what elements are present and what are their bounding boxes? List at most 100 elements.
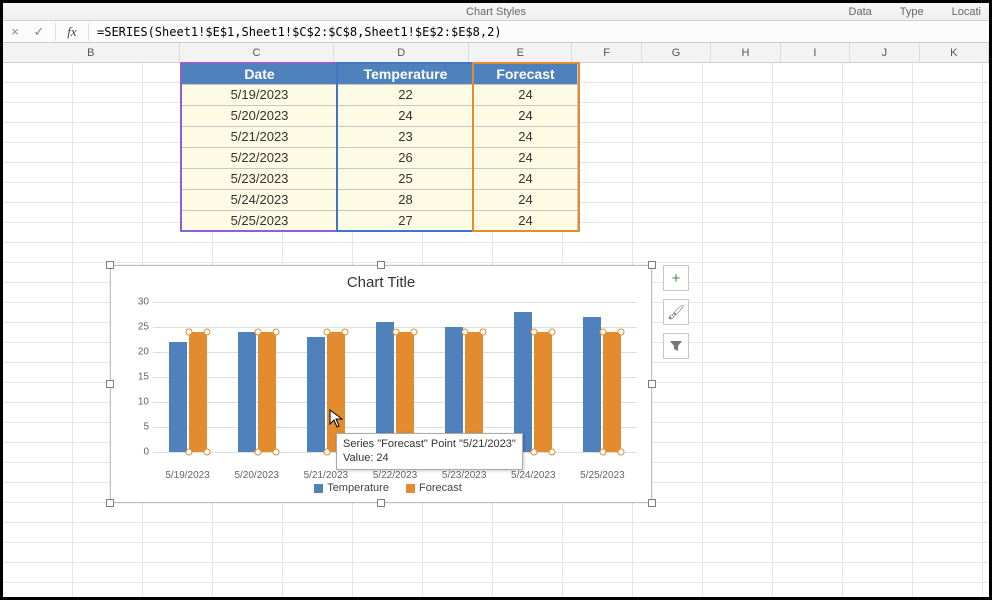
table-cell[interactable]: 5/24/2023 (182, 190, 338, 211)
datapoint-handle[interactable] (618, 329, 625, 336)
table-row[interactable]: 5/19/20232224 (182, 85, 578, 106)
datapoint-handle[interactable] (600, 329, 607, 336)
col-header[interactable]: K (920, 43, 989, 62)
table-cell[interactable]: 27 (338, 211, 474, 232)
datapoint-handle[interactable] (531, 449, 538, 456)
chart-title[interactable]: Chart Title (111, 266, 651, 295)
resize-handle[interactable] (106, 261, 114, 269)
legend-label: Forecast (419, 482, 462, 494)
fx-icon[interactable]: fx (60, 24, 84, 40)
datapoint-handle[interactable] (480, 329, 487, 336)
col-header[interactable]: F (572, 43, 641, 62)
table-cell[interactable]: 5/25/2023 (182, 211, 338, 232)
datapoint-handle[interactable] (600, 449, 607, 456)
datapoint-handle[interactable] (203, 449, 210, 456)
table-cell[interactable]: 5/21/2023 (182, 127, 338, 148)
table-cell[interactable]: 26 (338, 148, 474, 169)
table-cell[interactable]: 24 (474, 190, 578, 211)
datapoint-handle[interactable] (618, 449, 625, 456)
table-row[interactable]: 5/22/20232624 (182, 148, 578, 169)
bar-temperature[interactable] (238, 332, 256, 452)
bar-forecast[interactable] (603, 332, 621, 452)
table-cell[interactable]: 22 (338, 85, 474, 106)
resize-handle[interactable] (106, 499, 114, 507)
table-row[interactable]: 5/25/20232724 (182, 211, 578, 232)
table-header[interactable]: Temperature (338, 64, 474, 85)
ribbon-strip: Chart Styles Data Type Locati (3, 3, 989, 21)
chart-filters-button[interactable] (663, 333, 689, 359)
table-cell[interactable]: 23 (338, 127, 474, 148)
ribbon-item[interactable]: Type (900, 6, 924, 18)
datapoint-handle[interactable] (411, 329, 418, 336)
table-row[interactable]: 5/20/20232424 (182, 106, 578, 127)
col-header[interactable]: J (850, 43, 919, 62)
col-header[interactable]: I (781, 43, 850, 62)
datapoint-handle[interactable] (272, 329, 279, 336)
y-tick-label: 10 (138, 397, 149, 408)
table-row[interactable]: 5/23/20232524 (182, 169, 578, 190)
resize-handle[interactable] (106, 380, 114, 388)
datapoint-handle[interactable] (185, 329, 192, 336)
datapoint-handle[interactable] (254, 449, 261, 456)
resize-handle[interactable] (648, 380, 656, 388)
table-cell[interactable]: 24 (474, 169, 578, 190)
datapoint-handle[interactable] (203, 329, 210, 336)
datapoint-handle[interactable] (185, 449, 192, 456)
formula-cancel-icon[interactable]: × (3, 24, 27, 39)
worksheet-grid[interactable]: B C D E F G H I J K Date Temperature For… (3, 43, 989, 597)
datapoint-handle[interactable] (272, 449, 279, 456)
table-cell[interactable]: 24 (338, 106, 474, 127)
table-cell[interactable]: 24 (474, 106, 578, 127)
table-cell[interactable]: 25 (338, 169, 474, 190)
formula-enter-icon[interactable]: ✓ (27, 24, 51, 40)
bar-temperature[interactable] (583, 317, 601, 452)
table-cell[interactable]: 5/22/2023 (182, 148, 338, 169)
table-cell[interactable]: 24 (474, 211, 578, 232)
resize-handle[interactable] (648, 499, 656, 507)
table-cell[interactable]: 5/19/2023 (182, 85, 338, 106)
datapoint-handle[interactable] (531, 329, 538, 336)
chart-side-buttons: + 🖌 (663, 265, 689, 359)
bar-temperature[interactable] (514, 312, 532, 452)
bar-temperature[interactable] (169, 342, 187, 452)
datapoint-handle[interactable] (393, 329, 400, 336)
datapoint-handle[interactable] (549, 449, 556, 456)
ribbon-item[interactable]: Data (849, 6, 872, 18)
resize-handle[interactable] (648, 261, 656, 269)
table-cell[interactable]: 5/23/2023 (182, 169, 338, 190)
table-cell[interactable]: 24 (474, 85, 578, 106)
data-table[interactable]: Date Temperature Forecast 5/19/202322245… (181, 63, 578, 232)
datapoint-handle[interactable] (462, 329, 469, 336)
table-cell[interactable]: 28 (338, 190, 474, 211)
chart-elements-button[interactable]: + (663, 265, 689, 291)
col-header[interactable]: G (642, 43, 711, 62)
col-header[interactable]: D (334, 43, 469, 62)
resize-handle[interactable] (377, 499, 385, 507)
chart-plot-area[interactable]: 051015202530 (153, 302, 637, 452)
datapoint-handle[interactable] (323, 329, 330, 336)
col-header[interactable]: E (469, 43, 572, 62)
table-cell[interactable]: 24 (474, 148, 578, 169)
table-header[interactable]: Date (182, 64, 338, 85)
col-header[interactable]: C (180, 43, 335, 62)
col-header[interactable]: H (711, 43, 780, 62)
table-row[interactable]: 5/21/20232324 (182, 127, 578, 148)
bar-forecast[interactable] (258, 332, 276, 452)
bar-forecast[interactable] (534, 332, 552, 452)
table-cell[interactable]: 24 (474, 127, 578, 148)
table-cell[interactable]: 5/20/2023 (182, 106, 338, 127)
table-header[interactable]: Forecast (474, 64, 578, 85)
bar-temperature[interactable] (307, 337, 325, 452)
datapoint-handle[interactable] (254, 329, 261, 336)
chart-styles-button[interactable]: 🖌 (663, 299, 689, 325)
datapoint-handle[interactable] (341, 329, 348, 336)
col-header[interactable]: B (3, 43, 180, 62)
datapoint-handle[interactable] (549, 329, 556, 336)
ribbon-item[interactable]: Locati (952, 6, 981, 18)
table-row[interactable]: 5/24/20232824 (182, 190, 578, 211)
datapoint-handle[interactable] (323, 449, 330, 456)
chart-legend[interactable]: Temperature Forecast (111, 482, 651, 494)
resize-handle[interactable] (377, 261, 385, 269)
bar-forecast[interactable] (189, 332, 207, 452)
formula-input[interactable] (93, 25, 989, 39)
